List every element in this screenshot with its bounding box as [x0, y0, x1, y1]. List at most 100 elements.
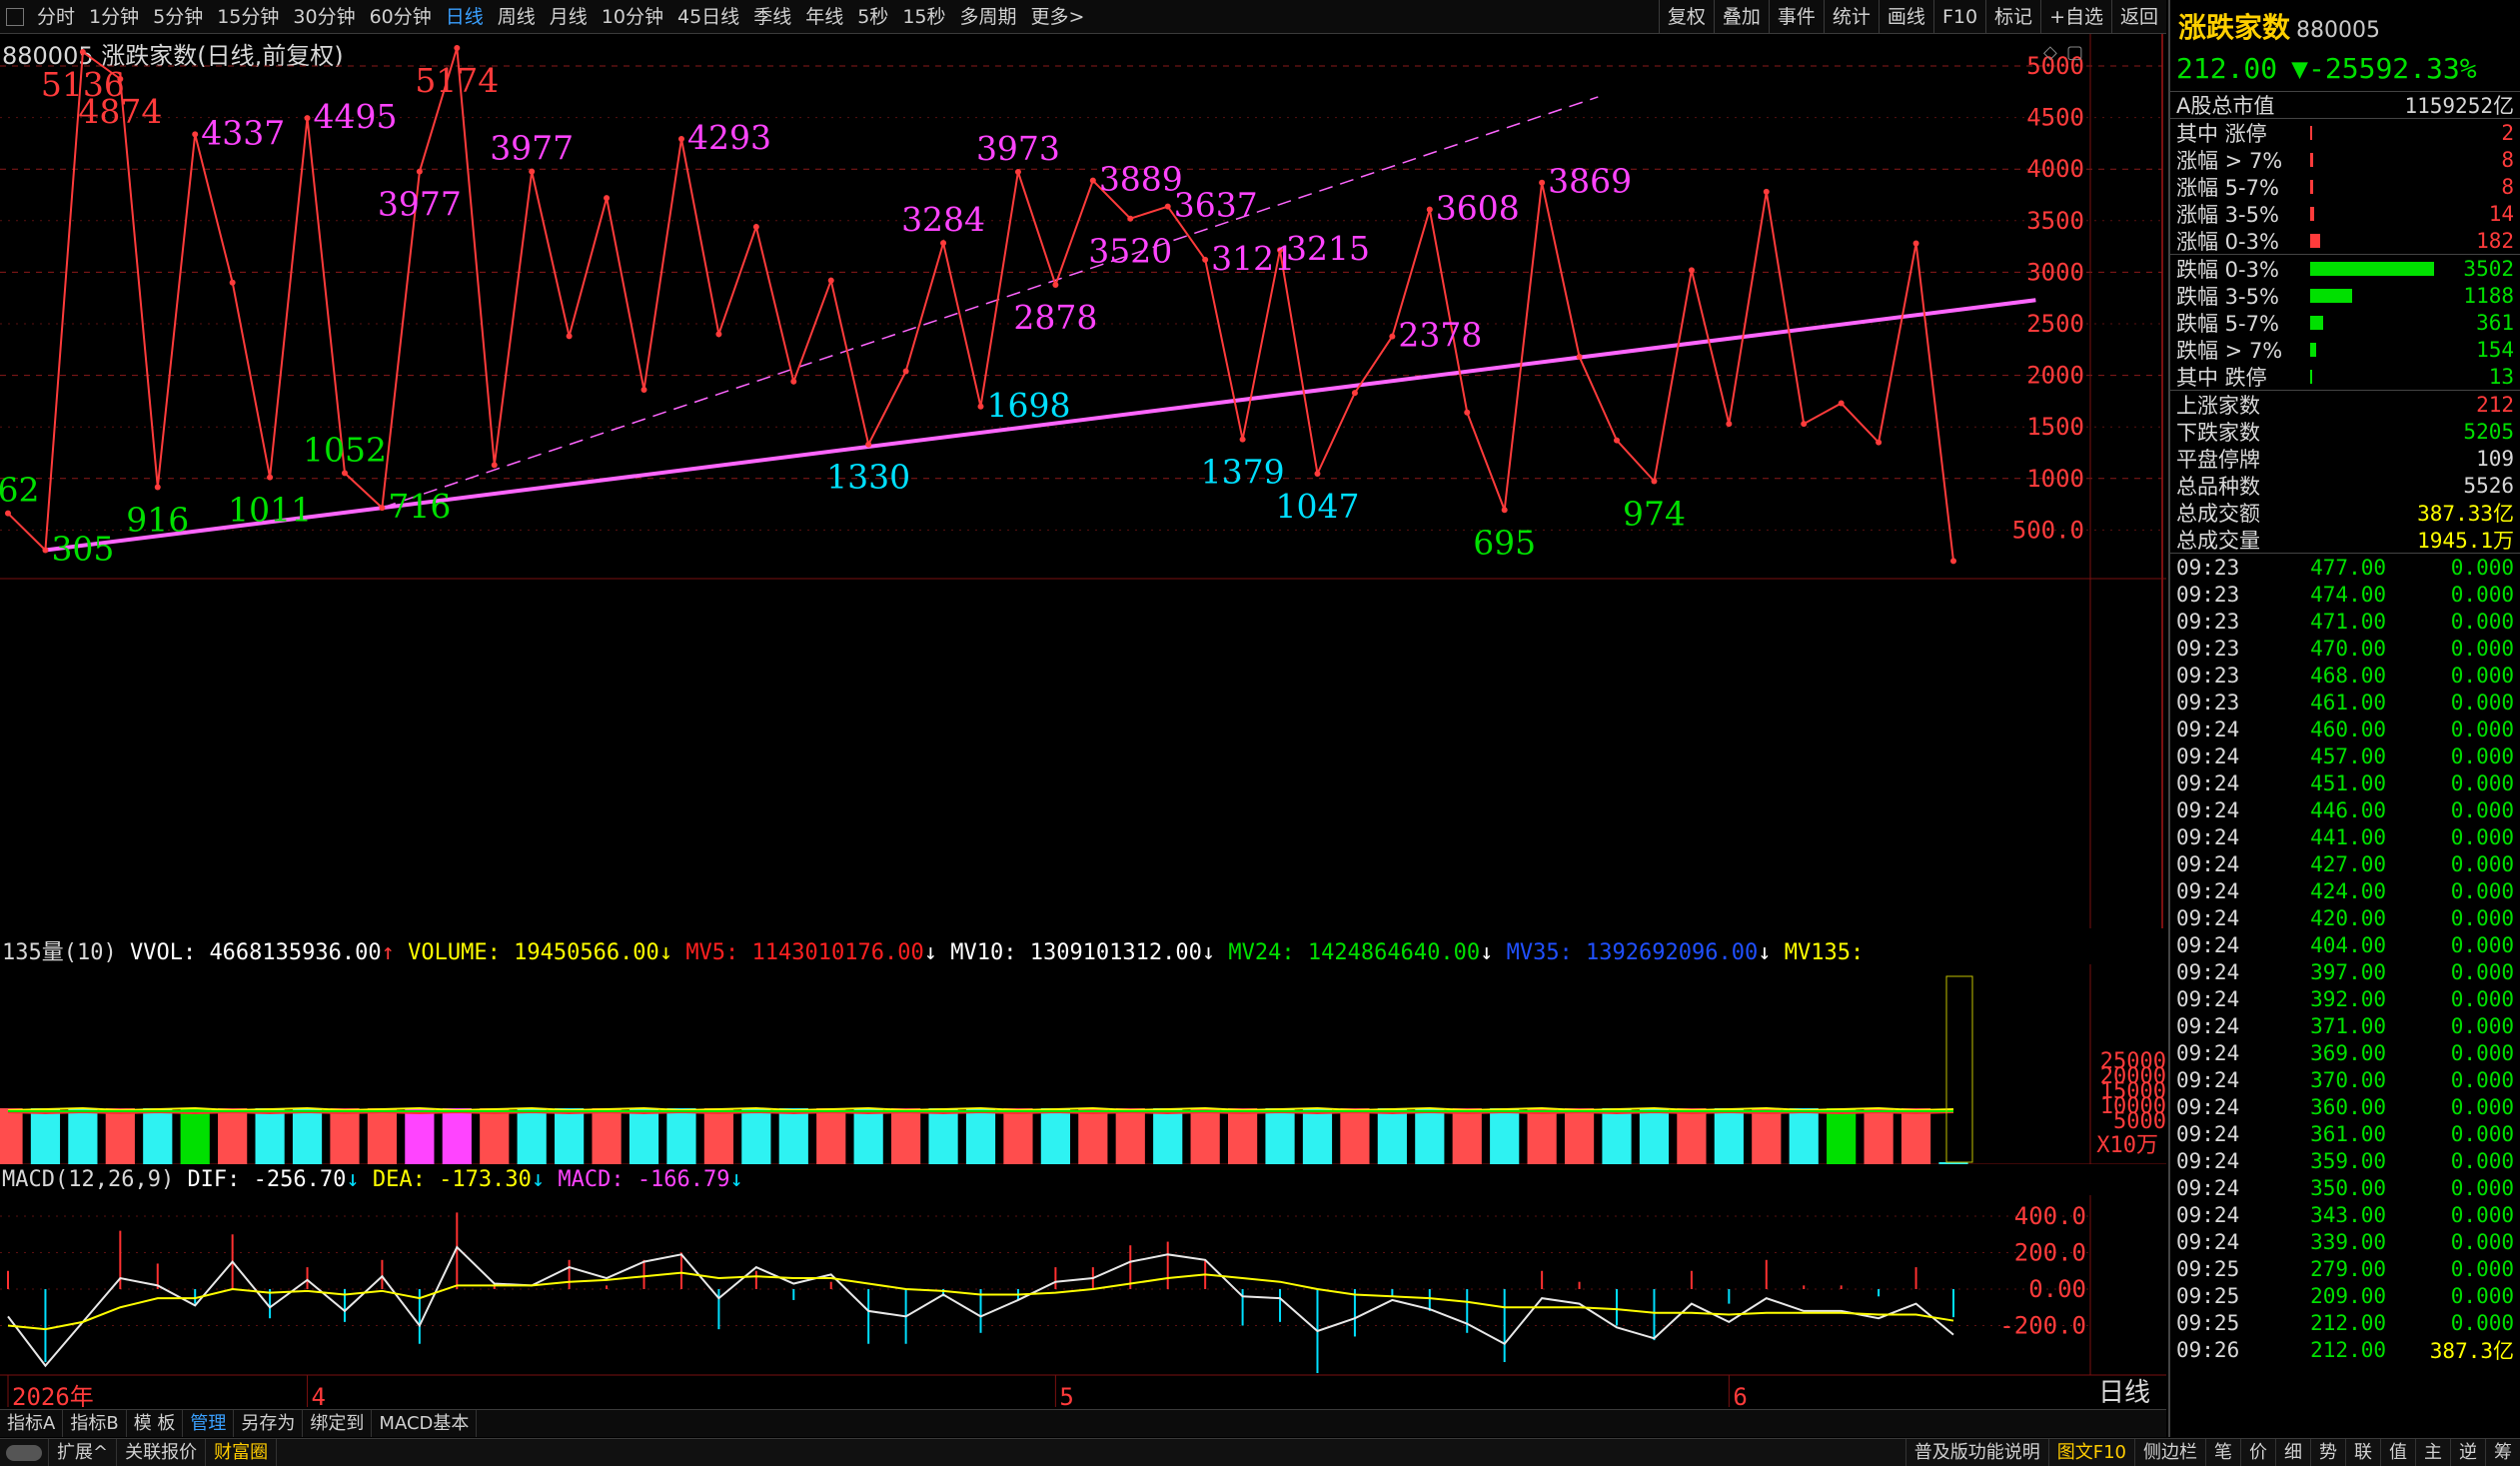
data-point[interactable]: [865, 441, 872, 448]
tick-row[interactable]: 09:24 397.00 0.000: [2170, 958, 2520, 985]
breadth-series-line[interactable]: [7, 47, 1954, 562]
period-tab[interactable]: 周线: [491, 0, 543, 34]
data-point[interactable]: [229, 279, 236, 286]
data-point[interactable]: [1651, 478, 1658, 485]
data-point[interactable]: [1726, 421, 1733, 428]
data-point[interactable]: [1763, 188, 1770, 195]
tick-row[interactable]: 09:25 279.00 0.000: [2170, 1255, 2520, 1282]
tick-row[interactable]: 09:24 370.00 0.000: [2170, 1066, 2520, 1093]
volume-bar[interactable]: [1302, 1108, 1333, 1164]
period-tab[interactable]: 10分钟: [595, 0, 670, 34]
data-point[interactable]: [604, 195, 611, 202]
toolbar-action-button[interactable]: 统计: [1823, 0, 1879, 34]
data-point[interactable]: [1351, 390, 1358, 397]
tick-row[interactable]: 09:25 212.00 0.000: [2170, 1309, 2520, 1336]
data-point[interactable]: [154, 484, 161, 491]
side-tab[interactable]: 主: [2415, 1439, 2450, 1466]
data-point[interactable]: [1688, 267, 1695, 274]
volume-bar[interactable]: [666, 1108, 696, 1164]
volume-bar[interactable]: [1452, 1108, 1482, 1164]
status-tab[interactable]: 扩展^: [49, 1439, 118, 1466]
data-point[interactable]: [566, 333, 573, 340]
volume-bar[interactable]: [1415, 1108, 1445, 1164]
data-point[interactable]: [902, 368, 909, 375]
volume-bar[interactable]: [0, 1108, 23, 1164]
toolbar-action-button[interactable]: 画线: [1878, 0, 1933, 34]
volume-bar[interactable]: [1190, 1108, 1220, 1164]
data-point[interactable]: [79, 48, 86, 55]
data-point[interactable]: [1614, 437, 1621, 444]
period-tab[interactable]: 5分钟: [146, 0, 210, 34]
data-point[interactable]: [529, 168, 536, 175]
indicator-tab[interactable]: MACD基本: [372, 1410, 478, 1437]
volume-bar[interactable]: [30, 1108, 61, 1164]
status-tab[interactable]: 关联报价: [117, 1439, 207, 1466]
volume-bar[interactable]: [480, 1108, 510, 1164]
data-point[interactable]: [640, 387, 647, 394]
data-point[interactable]: [1539, 179, 1546, 186]
volume-chart[interactable]: 250002000015000100005000X10万: [0, 964, 2166, 1164]
toggle-switch[interactable]: [0, 1439, 49, 1466]
volume-bar[interactable]: [105, 1108, 135, 1164]
data-point[interactable]: [379, 505, 386, 512]
menu-icon[interactable]: [6, 7, 24, 26]
data-point[interactable]: [1202, 256, 1209, 263]
tick-row[interactable]: 09:24 360.00 0.000: [2170, 1093, 2520, 1120]
data-point[interactable]: [341, 470, 348, 477]
side-tab[interactable]: 值: [2380, 1439, 2415, 1466]
data-point[interactable]: [1876, 439, 1883, 446]
data-point[interactable]: [977, 403, 984, 410]
volume-bar[interactable]: [1677, 1108, 1707, 1164]
toolbar-action-button[interactable]: 事件: [1768, 0, 1824, 34]
data-point[interactable]: [1801, 421, 1808, 428]
collapse-icon[interactable]: ◇: [2043, 42, 2057, 63]
indicator-tab[interactable]: 指标B: [63, 1410, 127, 1437]
data-point[interactable]: [5, 510, 11, 517]
toolbar-action-button[interactable]: 返回: [2110, 0, 2166, 34]
volume-bar[interactable]: [703, 1108, 734, 1164]
data-point[interactable]: [1464, 409, 1471, 416]
data-point[interactable]: [1164, 203, 1171, 210]
indicator-tab[interactable]: 指标A: [0, 1410, 64, 1437]
period-tab[interactable]: 60分钟: [363, 0, 439, 34]
price-chart[interactable]: 500045004000350030002500200015001000500.…: [0, 34, 2166, 928]
side-tab[interactable]: 细: [2275, 1439, 2310, 1466]
volume-bar[interactable]: [255, 1108, 285, 1164]
volume-bar[interactable]: [143, 1108, 173, 1164]
data-point[interactable]: [1426, 206, 1433, 213]
side-tab[interactable]: 联: [2345, 1439, 2380, 1466]
period-tab[interactable]: 1分钟: [82, 0, 146, 34]
data-point[interactable]: [1389, 333, 1396, 340]
volume-bar[interactable]: [1115, 1108, 1145, 1164]
volume-bar[interactable]: [1078, 1108, 1108, 1164]
tick-row[interactable]: 09:23 468.00 0.000: [2170, 662, 2520, 689]
tick-row[interactable]: 09:24 451.00 0.000: [2170, 769, 2520, 796]
tick-row[interactable]: 09:23 470.00 0.000: [2170, 635, 2520, 662]
data-point[interactable]: [1314, 470, 1321, 477]
side-tab[interactable]: 图文F10: [2047, 1439, 2134, 1466]
tick-row[interactable]: 09:23 461.00 0.000: [2170, 689, 2520, 716]
volume-bar[interactable]: [1639, 1108, 1670, 1164]
data-point[interactable]: [192, 131, 199, 138]
side-tab[interactable]: 价: [2240, 1439, 2275, 1466]
tick-row[interactable]: 09:24 343.00 0.000: [2170, 1201, 2520, 1228]
toolbar-action-button[interactable]: F10: [1932, 0, 1985, 34]
data-point[interactable]: [752, 223, 759, 230]
volume-bar[interactable]: [1864, 1108, 1893, 1164]
tick-row[interactable]: 09:24 359.00 0.000: [2170, 1147, 2520, 1174]
volume-bar[interactable]: [928, 1108, 958, 1164]
tick-row[interactable]: 09:24 350.00 0.000: [2170, 1174, 2520, 1201]
data-point[interactable]: [1838, 400, 1845, 407]
data-point[interactable]: [304, 115, 311, 122]
period-tab[interactable]: 月线: [543, 0, 595, 34]
period-tab[interactable]: 分时: [30, 0, 82, 34]
volume-bar[interactable]: [1602, 1108, 1632, 1164]
tick-row[interactable]: 09:25 209.00 0.000: [2170, 1282, 2520, 1309]
volume-bar[interactable]: [629, 1108, 659, 1164]
volume-bar[interactable]: [1789, 1108, 1819, 1164]
data-point[interactable]: [491, 462, 498, 469]
data-point[interactable]: [790, 378, 797, 385]
period-tab[interactable]: 30分钟: [286, 0, 362, 34]
data-point[interactable]: [827, 277, 834, 284]
tick-row[interactable]: 09:24 424.00 0.000: [2170, 877, 2520, 904]
